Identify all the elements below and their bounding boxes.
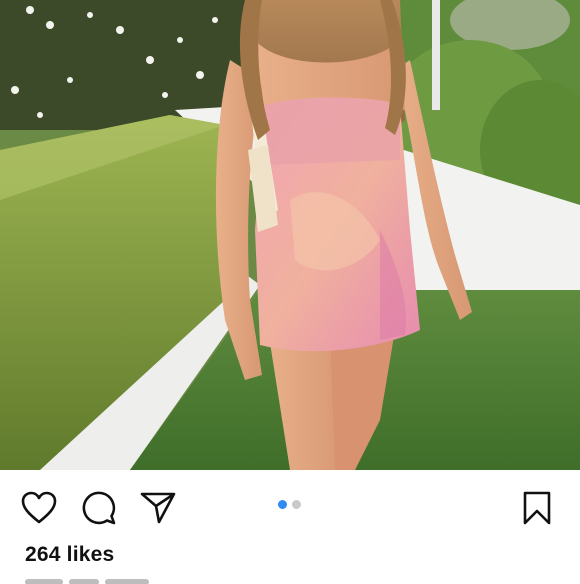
post-photo-illustration: [0, 0, 580, 470]
save-button[interactable]: [517, 488, 557, 528]
comment-bubble-icon: [81, 490, 117, 526]
carousel-dot-active: [278, 500, 287, 509]
post-action-bar: [0, 470, 580, 542]
paper-plane-icon: [140, 491, 176, 525]
likes-count[interactable]: 264 likes: [25, 543, 114, 567]
like-button[interactable]: [19, 488, 59, 528]
heart-icon: [21, 491, 57, 525]
share-button[interactable]: [138, 488, 178, 528]
carousel-dot: [292, 500, 301, 509]
caption-preview: [25, 572, 165, 584]
bookmark-icon: [522, 491, 552, 525]
comment-button[interactable]: [79, 488, 119, 528]
carousel-indicator: [278, 500, 301, 510]
post-photo[interactable]: [0, 0, 580, 470]
